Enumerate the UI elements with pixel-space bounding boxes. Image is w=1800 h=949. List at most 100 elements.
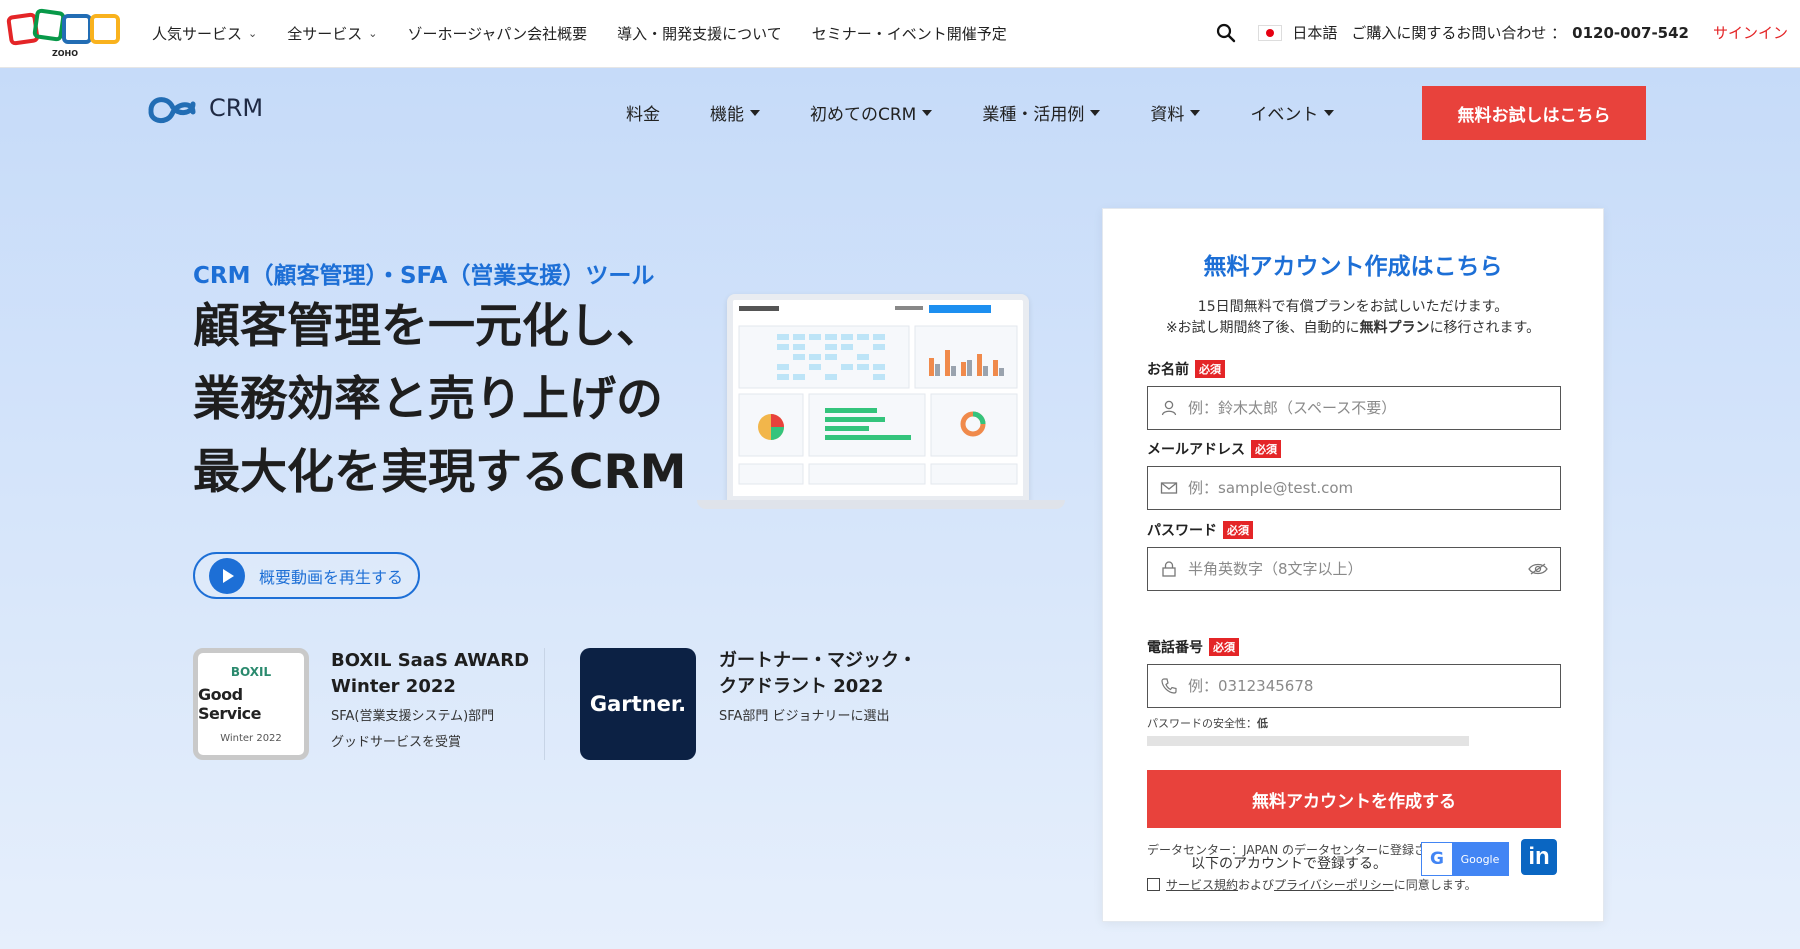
japan-flag-icon[interactable] [1258,24,1283,41]
field-label-text: メールアドレス [1147,442,1245,458]
password-input[interactable] [1188,560,1528,578]
email-field[interactable] [1147,466,1561,510]
language-selector[interactable]: 日本語 [1292,22,1337,43]
terms-agreement: サービス規約 および プライバシーポリシー に同意します。 [1147,876,1477,893]
name-input[interactable] [1188,399,1560,417]
linkedin-signup-button[interactable]: in [1521,839,1557,875]
strength-value: 低 [1257,717,1268,730]
nav-label: イベント [1250,105,1319,125]
required-badge: 必須 [1195,360,1225,378]
create-account-button[interactable]: 無料アカウントを作成する [1147,770,1561,828]
google-label: Google [1452,843,1508,875]
intro-bold: 無料プラン [1359,320,1430,336]
award-title-line: ガートナー・マジック・ [719,650,917,671]
boxil-badge-brand: BOXIL [230,664,272,679]
name-field[interactable] [1147,386,1561,430]
nav-label: 機能 [710,105,744,125]
privacy-link[interactable]: プライバシーポリシー [1274,876,1394,893]
contact-phone[interactable]: 0120-007-542 [1572,24,1689,42]
caret-down-icon [750,109,760,116]
email-input[interactable] [1188,479,1560,497]
google-signup-button[interactable]: G Google [1421,842,1509,876]
crm-logo-icon [148,97,196,123]
award-desc-line: SFA(営業支援システム)部門 [331,709,495,724]
chevron-down-icon: ⌄ [368,27,378,40]
required-badge: 必須 [1251,440,1281,458]
contact-label: ご購入に関するお問い合わせ ： [1351,24,1567,42]
mail-icon [1160,482,1178,494]
nav-first-crm[interactable]: 初めてのCRM [810,100,933,125]
hero-section: CRM 料金 機能 初めてのCRM 業種・活用例 資料 イベント 無料お試しはこ… [0,68,1800,949]
phone-label: 電話番号 必須 [1147,637,1239,657]
free-trial-button[interactable]: 無料お試しはこちら [1422,86,1646,140]
topnav-company[interactable]: ゾーホージャパン会社概要 [407,23,587,44]
form-intro-line: 15日間無料で有償プランをお試しいただけます。 [1197,299,1509,315]
caret-down-icon [922,109,933,116]
dashboard-illustration [733,300,1023,496]
required-badge: 必須 [1209,638,1239,656]
email-label: メールアドレス 必須 [1147,439,1281,459]
phone-icon [1161,678,1177,694]
award-divider [544,648,545,760]
password-strength-bar [1147,736,1469,746]
crm-logo[interactable]: CRM [145,88,263,128]
headline-line: 最大化を実現するCRM [193,445,687,500]
nav-label: 料金 [626,105,660,125]
svg-text:ZOHO: ZOHO [52,49,78,58]
main-nav: 料金 機能 初めてのCRM 業種・活用例 資料 イベント [626,100,1384,125]
nav-events[interactable]: イベント [1250,100,1335,125]
boxil-award-badge: BOXIL Good Service Winter 2022 [193,648,309,760]
phone-field[interactable] [1147,664,1561,708]
signin-link[interactable]: サインイン [1713,22,1788,43]
nav-resources[interactable]: 資料 [1150,100,1201,125]
award-desc-line: SFA部門 ビジョナリーに選出 [719,709,890,724]
topnav-label: セミナー・イベント開催予定 [811,25,1007,43]
topnav-all-services[interactable]: 全サービス ⌄ [287,23,377,44]
eye-off-icon[interactable] [1528,562,1548,576]
award-title-line: BOXIL SaaS AWARD [331,650,530,671]
field-label-text: パスワード [1147,523,1217,539]
intro-text: に移行されます。 [1429,320,1541,336]
top-right: 日本語 ご購入に関するお問い合わせ ： 0120-007-542 サインイン [1216,22,1788,43]
headline-line: 業務効率と売り上げの [193,372,663,427]
search-icon[interactable] [1216,23,1236,43]
award-title-line: Winter 2022 [331,676,456,697]
product-name: CRM [209,94,264,122]
field-label-text: お名前 [1147,362,1189,378]
caret-down-icon [1090,109,1101,116]
zoho-logo[interactable]: ZOHO [6,6,124,58]
agree-suffix: に同意します。 [1393,878,1477,892]
nav-pricing[interactable]: 料金 [626,100,660,125]
dashboard-screenshot [727,294,1029,502]
dashboard-laptop-image [697,294,1065,584]
social-signup-note: 以下のアカウントで登録する。 [1191,856,1387,872]
nav-features[interactable]: 機能 [710,100,760,125]
award-desc-line: グッドサービスを受賞 [331,735,462,750]
topnav-support[interactable]: 導入・開発支援について [617,23,782,44]
nav-label: 初めてのCRM [810,105,917,125]
hero-subtitle: CRM（顧客管理）・SFA（営業支援）ツール [193,263,655,289]
laptop-base [697,500,1065,509]
gartner-award-text: ガートナー・マジック・ クアドラント 2022 SFA部門 ビジョナリーに選出 [719,648,917,730]
nav-label: 業種・活用例 [982,105,1085,125]
terms-link[interactable]: サービス規約 [1166,876,1238,893]
terms-checkbox[interactable] [1147,878,1160,891]
top-nav: 人気サービス ⌄ 全サービス ⌄ ゾーホージャパン会社概要 導入・開発支援について … [152,23,1037,44]
topnav-label: 人気サービス [152,25,243,43]
form-title: 無料アカウント作成はこちら [1203,254,1503,280]
hero-headline: 顧客管理を一元化し、 業務効率と売り上げの 最大化を実現するCRM [193,290,686,509]
google-icon: G [1430,849,1444,869]
password-field[interactable] [1147,547,1561,591]
phone-input[interactable] [1188,677,1560,695]
signup-form-card: 無料アカウント作成はこちら 15日間無料で有償プランをお試しいただけます。 ※お… [1102,208,1604,922]
caret-down-icon [1324,109,1335,116]
boxil-badge-season: Winter 2022 [220,732,282,744]
topnav-events[interactable]: セミナー・イベント開催予定 [812,23,1007,44]
topnav-popular-services[interactable]: 人気サービス ⌄ [152,23,257,44]
play-video-button[interactable]: 概要動画を再生する [193,552,420,599]
topnav-label: 導入・開発支援について [617,25,782,43]
nav-industries[interactable]: 業種・活用例 [982,100,1101,125]
name-label: お名前 必須 [1147,359,1225,379]
lock-icon [1162,561,1176,577]
agree-and: および [1238,878,1275,892]
